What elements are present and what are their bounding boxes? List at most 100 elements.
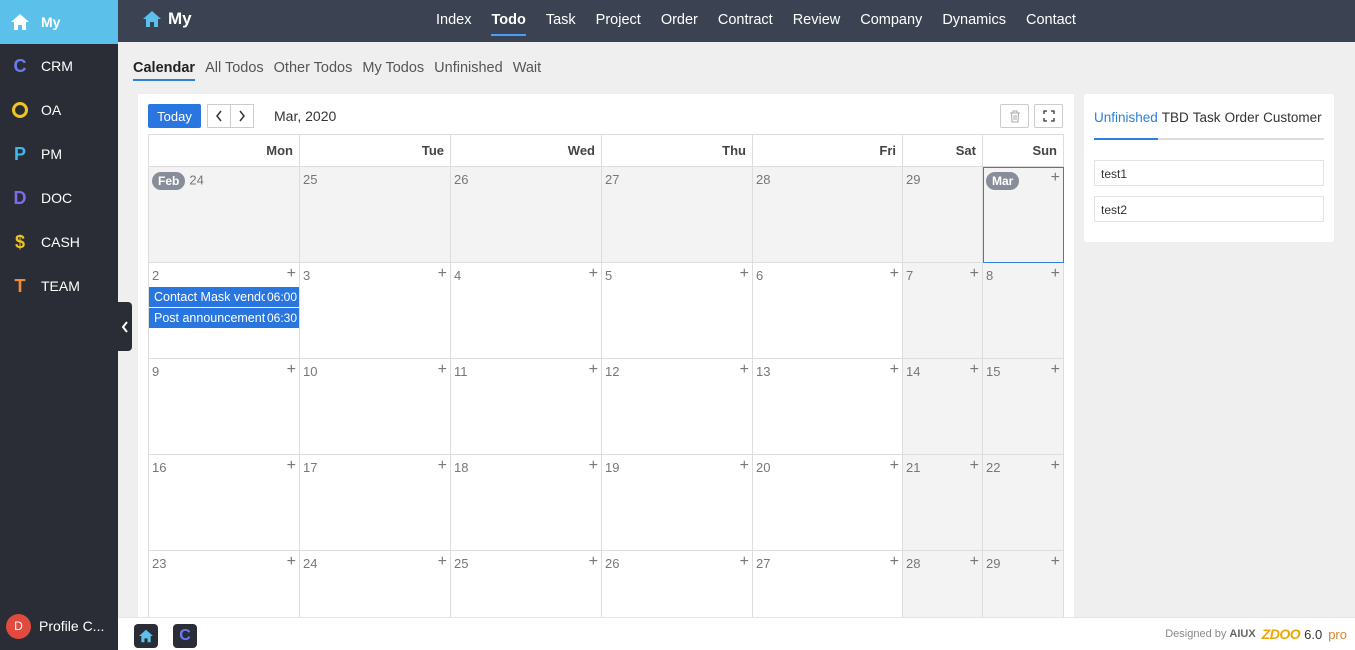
product-logo[interactable]: ZDOO <box>1262 626 1301 642</box>
tab-calendar[interactable]: Calendar <box>133 56 196 81</box>
add-todo-icon[interactable]: + <box>1051 458 1060 474</box>
add-todo-icon[interactable]: + <box>438 458 447 474</box>
tab-my-todos[interactable]: My Todos <box>362 56 424 81</box>
calendar-day-cell[interactable]: 5 + <box>602 263 753 359</box>
calendar-day-cell[interactable]: 17 + <box>300 455 451 551</box>
calendar-day-cell[interactable]: 4 + <box>451 263 602 359</box>
calendar-day-cell[interactable]: 21 + <box>903 455 983 551</box>
nav-contract[interactable]: Contract <box>718 0 773 42</box>
tab-unfinished[interactable]: Unfinished <box>434 56 503 81</box>
nav-index[interactable]: Index <box>436 0 471 42</box>
add-todo-icon[interactable]: + <box>890 266 899 282</box>
add-todo-icon[interactable]: + <box>287 458 296 474</box>
tab-all-todos[interactable]: All Todos <box>205 56 264 81</box>
todo-list-item[interactable]: test2 <box>1094 196 1324 222</box>
calendar-day-cell[interactable]: 2+Contact Mask vendors06:00Post announce… <box>149 263 300 359</box>
side-tab-order[interactable]: Order <box>1225 110 1260 138</box>
side-tab-tbd[interactable]: TBD <box>1162 110 1189 138</box>
sidebar-app-team[interactable]: T TEAM <box>0 264 118 308</box>
nav-project[interactable]: Project <box>596 0 641 42</box>
add-todo-icon[interactable]: + <box>740 362 749 378</box>
sidebar-app-doc[interactable]: D DOC <box>0 176 118 220</box>
add-todo-icon[interactable]: + <box>438 554 447 570</box>
todo-list-item[interactable]: test1 <box>1094 160 1324 186</box>
calendar-day-cell[interactable]: 20 + <box>753 455 903 551</box>
collapse-sidebar-button[interactable] <box>118 302 132 351</box>
calendar-day-cell[interactable]: 11 + <box>451 359 602 455</box>
calendar-day-cell[interactable]: 8 + <box>983 263 1064 359</box>
calendar-day-cell[interactable]: 26 + <box>602 551 753 624</box>
add-todo-icon[interactable]: + <box>589 458 598 474</box>
add-todo-icon[interactable]: + <box>287 266 296 282</box>
nav-order[interactable]: Order <box>661 0 698 42</box>
add-todo-icon[interactable]: + <box>890 458 899 474</box>
calendar-day-cell[interactable]: 29 <box>903 167 983 263</box>
add-todo-icon[interactable]: + <box>890 554 899 570</box>
fullscreen-button[interactable] <box>1034 104 1063 128</box>
nav-review[interactable]: Review <box>793 0 841 42</box>
nav-company[interactable]: Company <box>860 0 922 42</box>
add-todo-icon[interactable]: + <box>740 266 749 282</box>
add-todo-icon[interactable]: + <box>970 266 979 282</box>
calendar-day-cell[interactable]: 28 + <box>903 551 983 624</box>
add-todo-icon[interactable]: + <box>287 554 296 570</box>
calendar-event[interactable]: Contact Mask vendors06:00 <box>149 287 299 307</box>
sidebar-app-pm[interactable]: P PM <box>0 132 118 176</box>
sidebar-app-cash[interactable]: $ CASH <box>0 220 118 264</box>
calendar-day-cell[interactable]: 25 <box>300 167 451 263</box>
calendar-day-cell[interactable]: 15 + <box>983 359 1064 455</box>
add-todo-icon[interactable]: + <box>287 362 296 378</box>
side-tab-customer[interactable]: Customer <box>1263 110 1322 138</box>
calendar-day-cell[interactable]: 10 + <box>300 359 451 455</box>
calendar-day-cell[interactable]: Mar + <box>983 167 1064 263</box>
add-todo-icon[interactable]: + <box>589 554 598 570</box>
calendar-day-cell[interactable]: 18 + <box>451 455 602 551</box>
calendar-day-cell[interactable]: 27 <box>602 167 753 263</box>
home-shortcut[interactable] <box>134 624 158 648</box>
add-todo-icon[interactable]: + <box>1051 266 1060 282</box>
add-todo-icon[interactable]: + <box>740 554 749 570</box>
prev-month-button[interactable] <box>207 104 231 128</box>
calendar-day-cell[interactable]: 28 <box>753 167 903 263</box>
calendar-day-cell[interactable]: 29 + <box>983 551 1064 624</box>
add-todo-icon[interactable]: + <box>740 458 749 474</box>
add-todo-icon[interactable]: + <box>438 266 447 282</box>
calendar-day-cell[interactable]: 19 + <box>602 455 753 551</box>
add-todo-icon[interactable]: + <box>1051 362 1060 378</box>
next-month-button[interactable] <box>230 104 254 128</box>
calendar-day-cell[interactable]: 16 + <box>149 455 300 551</box>
calendar-day-cell[interactable]: 12 + <box>602 359 753 455</box>
add-todo-icon[interactable]: + <box>970 458 979 474</box>
calendar-day-cell[interactable]: 24 + <box>300 551 451 624</box>
sidebar-app-my[interactable]: My <box>0 0 118 44</box>
tab-other-todos[interactable]: Other Todos <box>274 56 353 81</box>
sidebar-app-crm[interactable]: C CRM <box>0 44 118 88</box>
side-tab-unfinished[interactable]: Unfinished <box>1094 110 1158 140</box>
calendar-day-cell[interactable]: 9 + <box>149 359 300 455</box>
calendar-day-cell[interactable]: 13 + <box>753 359 903 455</box>
calendar-day-cell[interactable]: 7 + <box>903 263 983 359</box>
delete-button[interactable] <box>1000 104 1029 128</box>
nav-todo[interactable]: Todo <box>491 0 527 42</box>
nav-task[interactable]: Task <box>546 0 576 42</box>
crm-shortcut[interactable]: C <box>173 624 197 648</box>
add-todo-icon[interactable]: + <box>970 362 979 378</box>
side-tab-task[interactable]: Task <box>1193 110 1221 138</box>
calendar-day-cell[interactable]: 27 + <box>753 551 903 624</box>
calendar-day-cell[interactable]: 6 + <box>753 263 903 359</box>
add-todo-icon[interactable]: + <box>970 554 979 570</box>
nav-contact[interactable]: Contact <box>1026 0 1076 42</box>
calendar-day-cell[interactable]: 22 + <box>983 455 1064 551</box>
add-todo-icon[interactable]: + <box>1051 170 1060 186</box>
add-todo-icon[interactable]: + <box>890 362 899 378</box>
add-todo-icon[interactable]: + <box>589 362 598 378</box>
add-todo-icon[interactable]: + <box>438 362 447 378</box>
sidebar-app-oa[interactable]: OA <box>0 88 118 132</box>
tab-wait[interactable]: Wait <box>513 56 541 81</box>
calendar-day-cell[interactable]: 23 + <box>149 551 300 624</box>
today-button[interactable]: Today <box>148 104 201 128</box>
calendar-day-cell[interactable]: 25 + <box>451 551 602 624</box>
calendar-day-cell[interactable]: 3 + <box>300 263 451 359</box>
nav-dynamics[interactable]: Dynamics <box>942 0 1006 42</box>
add-todo-icon[interactable]: + <box>589 266 598 282</box>
